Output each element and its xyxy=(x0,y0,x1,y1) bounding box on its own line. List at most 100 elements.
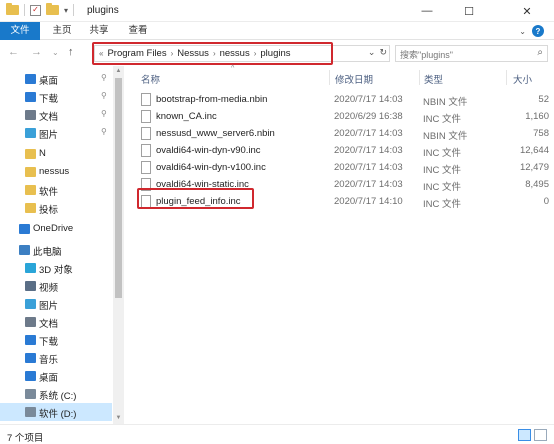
file-size: 0 xyxy=(543,196,549,207)
column-divider[interactable] xyxy=(506,70,507,85)
close-button[interactable]: ✕ xyxy=(510,0,544,22)
scrollbar-thumb[interactable] xyxy=(115,78,122,298)
sidebar-item-downloads[interactable]: 下载 ⚲ xyxy=(0,88,112,106)
sidebar-item-label: 文档 xyxy=(39,319,59,330)
back-arrow-icon[interactable]: ← xyxy=(8,46,19,58)
column-divider[interactable] xyxy=(419,70,420,85)
file-type: INC 文件 xyxy=(423,199,462,210)
drive-d-icon xyxy=(25,407,36,417)
n-icon xyxy=(25,149,36,159)
sidebar-item-n[interactable]: N xyxy=(0,145,112,163)
sidebar-item-videos[interactable]: 视频 xyxy=(0,277,112,295)
bidding-icon xyxy=(25,203,36,213)
sidebar-item-nessus[interactable]: nessus xyxy=(0,163,112,181)
address-highlight-box xyxy=(92,42,333,65)
pin-icon: ⚲ xyxy=(101,109,107,118)
sidebar-item-label: 软件 (D:) xyxy=(39,409,77,420)
file-list: 名称 ^ 修改日期 类型 大小 bootstrap-from-media.nbi… xyxy=(125,65,554,424)
sidebar-item-desktop[interactable]: 桌面 ⚲ xyxy=(0,70,112,88)
file-size: 52 xyxy=(538,94,549,105)
sidebar-item-drive-d[interactable]: 软件 (D:) xyxy=(0,403,112,421)
details-view-icon[interactable] xyxy=(518,429,531,441)
quick-access-toolbar: ✓ ▾ xyxy=(6,3,75,16)
onedrive-icon xyxy=(19,224,30,234)
up-arrow-icon[interactable]: ↑ xyxy=(68,46,74,58)
sidebar-item-label: nessus xyxy=(39,166,70,177)
desktop-pc-icon xyxy=(25,371,36,381)
table-row[interactable]: ovaldi64-win-dyn-v100.inc 2020/7/17 14:03… xyxy=(137,159,554,176)
sidebar-item-label: 桌面 xyxy=(39,373,59,384)
sidebar-item-downloads-pc[interactable]: 下载 xyxy=(0,331,112,349)
file-date: 2020/7/17 14:10 xyxy=(334,196,403,207)
sidebar-item-documents-pc[interactable]: 文档 xyxy=(0,313,112,331)
tab-view[interactable]: 查看 xyxy=(124,22,152,40)
sidebar-item-this-pc[interactable]: 此电脑 xyxy=(0,241,112,259)
videos-icon xyxy=(25,281,36,291)
sort-caret-icon: ^ xyxy=(231,65,235,72)
folder-icon xyxy=(6,3,19,15)
sidebar-item-label: 桌面 xyxy=(39,76,59,87)
table-row[interactable]: known_CA.inc 2020/6/29 16:38 INC 文件 1,160 xyxy=(137,108,554,125)
downloads-icon xyxy=(25,92,36,102)
new-folder-icon[interactable] xyxy=(46,3,59,15)
search-icon[interactable]: ⌕ xyxy=(537,47,543,58)
title-bar: ✓ ▾ plugins — ☐ ✕ xyxy=(0,0,554,22)
sidebar-item-label: 图片 xyxy=(39,130,59,141)
sidebar-item-music[interactable]: 音乐 xyxy=(0,349,112,367)
toolbar-divider xyxy=(24,4,25,16)
tab-file[interactable]: 文件 xyxy=(0,22,40,40)
file-size: 1,160 xyxy=(525,111,549,122)
pictures-pc-icon xyxy=(25,299,36,309)
file-type: NBIN 文件 xyxy=(423,131,468,142)
maximize-button[interactable]: ☐ xyxy=(452,0,486,22)
sidebar-item-label: 此电脑 xyxy=(33,247,62,258)
file-icon xyxy=(141,144,151,157)
file-icon xyxy=(141,161,151,174)
column-divider[interactable] xyxy=(329,70,330,85)
sidebar-item-label: 下载 xyxy=(39,337,59,348)
forward-arrow-icon[interactable]: → xyxy=(31,46,42,58)
customize-toolbar-icon[interactable]: ▾ xyxy=(64,6,68,15)
expand-ribbon-icon[interactable]: ⌄ xyxy=(519,27,526,36)
file-type: INC 文件 xyxy=(423,148,462,159)
column-header-type[interactable]: 类型 xyxy=(424,72,443,86)
recent-locations-icon[interactable]: ⌄ xyxy=(52,48,59,57)
ribbon-controls: ⌄ ? xyxy=(519,25,544,37)
navigation-pane[interactable]: 桌面 ⚲ 下载 ⚲ 文档 ⚲ 图片 ⚲ Nnessus 软件 投标 OneDrive 此电脑 3D 对象视… xyxy=(0,66,124,424)
ribbon: 文件 主页 共享 查看 ⌄ ? xyxy=(0,22,554,40)
help-icon[interactable]: ? xyxy=(532,25,544,37)
properties-icon[interactable]: ✓ xyxy=(30,4,41,16)
software-icon xyxy=(25,185,36,195)
sidebar-item-documents[interactable]: 文档 ⚲ xyxy=(0,106,112,124)
sidebar-item-label: OneDrive xyxy=(33,223,74,234)
sidebar-item-label: N xyxy=(39,148,46,159)
large-icons-view-icon[interactable] xyxy=(534,429,547,441)
sidebar-item-drive-c[interactable]: 系统 (C:) xyxy=(0,385,112,403)
tab-share[interactable]: 共享 xyxy=(85,22,113,40)
scroll-up-icon[interactable]: ▲ xyxy=(113,66,124,77)
sidebar-item-pictures-pc[interactable]: 图片 xyxy=(0,295,112,313)
column-header-date[interactable]: 修改日期 xyxy=(335,72,373,86)
tab-home[interactable]: 主页 xyxy=(48,22,76,40)
desktop-icon xyxy=(25,74,36,84)
refresh-icon[interactable]: ↻ xyxy=(379,47,387,58)
file-highlight-box xyxy=(137,188,254,209)
table-row[interactable]: ovaldi64-win-dyn-v90.inc 2020/7/17 14:03 I… xyxy=(137,142,554,159)
sidebar-item-pictures[interactable]: 图片 ⚲ xyxy=(0,124,112,142)
scroll-down-icon[interactable]: ▼ xyxy=(113,413,124,424)
sidebar-item-bidding[interactable]: 投标 xyxy=(0,199,112,217)
minimize-button[interactable]: — xyxy=(410,0,444,22)
search-input[interactable]: 搜索"plugins" ⌕ xyxy=(395,45,548,62)
3d-objects-icon xyxy=(25,263,36,273)
column-header-name[interactable]: 名称 xyxy=(141,72,160,86)
address-dropdown-icon[interactable]: ⌄ xyxy=(368,47,376,58)
nav-scrollbar[interactable]: ▲ ▼ xyxy=(113,66,124,424)
search-placeholder: 搜索"plugins" xyxy=(400,50,453,60)
sidebar-item-onedrive[interactable]: OneDrive xyxy=(0,220,112,238)
sidebar-item-software[interactable]: 软件 xyxy=(0,181,112,199)
table-row[interactable]: nessusd_www_server6.nbin 2020/7/17 14:03 N… xyxy=(137,125,554,142)
column-header-size[interactable]: 大小 xyxy=(513,72,532,86)
table-row[interactable]: bootstrap-from-media.nbin 2020/7/17 14:03… xyxy=(137,91,554,108)
sidebar-item-3d-objects[interactable]: 3D 对象 xyxy=(0,259,112,277)
sidebar-item-desktop-pc[interactable]: 桌面 xyxy=(0,367,112,385)
